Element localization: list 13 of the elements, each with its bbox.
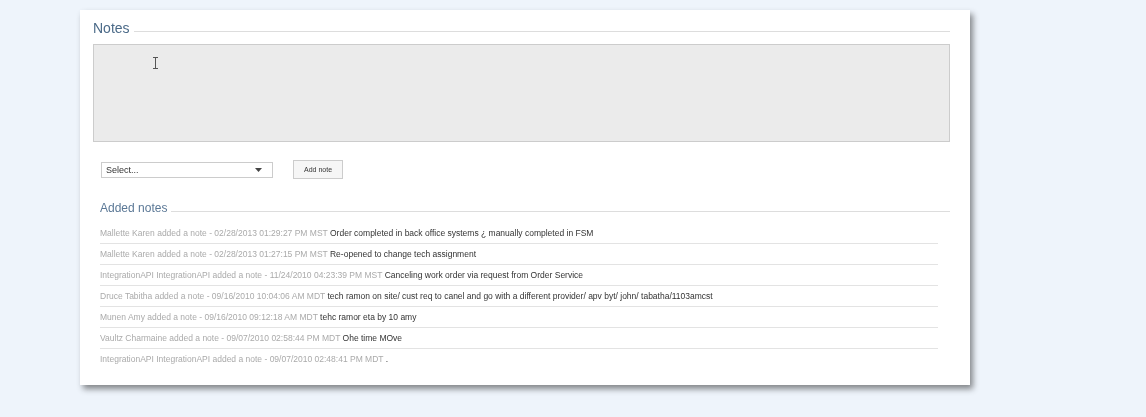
note-entry: Mallette Karen added a note - 02/28/2013 01:27:15 PM MST Re-opened to change tech assignment [100, 244, 938, 265]
note-entry: Mallette Karen added a note - 02/28/2013 01:29:27 PM MST Order completed in back office systems ¿ manually completed in FSM [100, 223, 938, 244]
note-entry: Druce Tabitha added a note - 09/16/2010 10:04:06 AM MDT tech ramon on site/ cust req to canel and go with a different provider/ apv byt/ john/ tabatha/1103amcst [100, 286, 938, 307]
section-title: Added notes [100, 201, 168, 215]
note-entry: IntegrationAPI IntegrationAPI added a note - 11/24/2010 04:23:39 PM MST Canceling work order via request from Order Service [100, 265, 938, 286]
note-entry: Vaultz Charmaine added a note - 09/07/2010 02:58:44 PM MDT Ohe time MOve [100, 328, 938, 349]
note-input[interactable] [93, 44, 950, 142]
note-entry: IntegrationAPI IntegrationAPI added a note - 09/07/2010 02:48:41 PM MDT . [100, 353, 390, 366]
note-entry: Munen Amy added a note - 09/16/2010 09:12:18 AM MDT tehc ramor eta by 10 amy [100, 307, 938, 328]
text-cursor-icon [152, 57, 159, 69]
section-title: Notes [93, 20, 130, 36]
caret-icon [255, 167, 262, 172]
type-select[interactable]: Select... [101, 161, 273, 178]
